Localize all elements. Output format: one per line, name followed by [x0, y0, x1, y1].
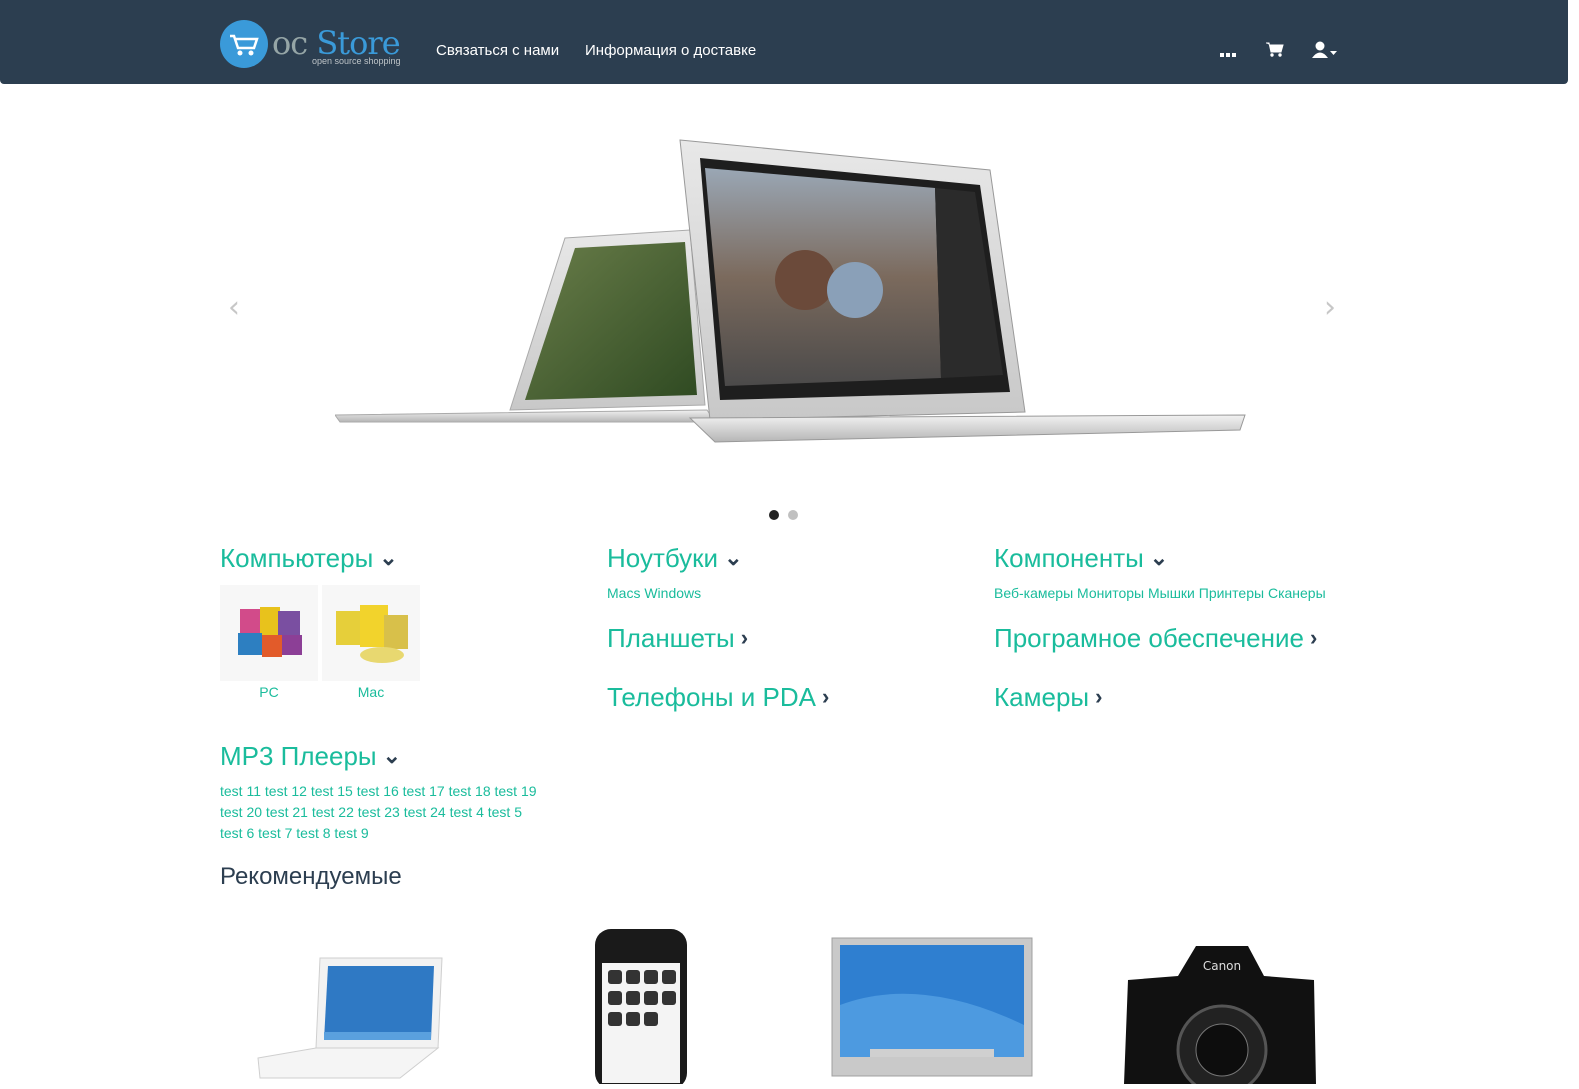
slider-dot-2[interactable] — [788, 510, 798, 520]
logo-tagline: open source shopping — [312, 56, 401, 66]
chevron-down-icon: ⌄ — [724, 545, 743, 570]
category-software[interactable]: Програмное обеспечение › — [994, 623, 1317, 654]
subcategory-link[interactable]: test 18 — [449, 783, 491, 799]
category-tablets[interactable]: Планшеты › — [607, 623, 748, 654]
cart-icon[interactable] — [1266, 42, 1284, 63]
chevron-right-icon: › — [1095, 684, 1103, 709]
subcategory-link[interactable]: test 8 — [296, 825, 330, 841]
chevron-right-icon: › — [1309, 625, 1318, 650]
subcategory-link[interactable]: test 19 — [495, 783, 537, 799]
chevron-down-icon: ⌄ — [1149, 545, 1169, 570]
laptops-subcategories: Macs Windows — [607, 585, 701, 601]
subcategory-pc-image[interactable] — [220, 585, 318, 681]
nav-contact-link[interactable]: Связаться с нами — [436, 42, 559, 59]
subcategory-mac-link[interactable]: Mac — [322, 684, 420, 700]
subcategory-link[interactable]: test 5 — [488, 804, 522, 820]
subcategory-link[interactable]: test 21 — [266, 804, 308, 820]
chevron-down-icon: ⌄ — [379, 545, 398, 570]
subcategory-link[interactable]: Windows — [644, 585, 701, 601]
subcategory-link[interactable]: Мышки — [1148, 585, 1195, 601]
subcategory-link[interactable]: test 24 — [404, 804, 446, 820]
subcategory-link[interactable]: test 17 — [403, 783, 445, 799]
cinema-display-image[interactable] — [830, 935, 1034, 1089]
macbook-air-slide-image[interactable] — [335, 130, 1255, 460]
subcategory-link[interactable]: Macs — [607, 585, 640, 601]
category-laptops[interactable]: Ноутбуки ⌄ — [607, 543, 743, 574]
user-icon[interactable] — [1312, 41, 1338, 64]
category-cameras[interactable]: Камеры › — [994, 682, 1102, 713]
canon-camera-image[interactable]: Canon — [1118, 940, 1322, 1089]
subcategory-link[interactable]: test 15 — [311, 783, 353, 799]
subcategory-link[interactable]: test 12 — [265, 783, 307, 799]
store-logo[interactable]: oc Store open source shopping — [220, 18, 410, 70]
chevron-down-icon: ⌄ — [382, 743, 402, 768]
chevron-right-icon: › — [821, 684, 830, 709]
macbook-image[interactable] — [250, 940, 450, 1085]
category-components[interactable]: Компоненты ⌄ — [994, 543, 1168, 574]
featured-heading: Рекомендуемые — [220, 863, 402, 890]
subcategory-link[interactable]: Веб-камеры — [994, 585, 1073, 601]
iphone-image[interactable] — [580, 915, 700, 1089]
slider-pagination — [769, 507, 807, 525]
subcategory-link[interactable]: test 22 — [312, 804, 354, 820]
subcategory-link[interactable]: Принтеры — [1199, 585, 1264, 601]
subcategory-link[interactable]: test 20 — [220, 804, 262, 820]
top-navbar: oc Store open source shopping Связаться … — [0, 0, 1568, 84]
components-subcategories: Веб-камеры Мониторы Мышки Принтеры Скане… — [994, 585, 1326, 601]
chevron-right-icon: › — [740, 625, 749, 650]
mp3-subcategories: test 11 test 12 test 15 test 16 test 17 … — [220, 781, 580, 844]
cart-logo-icon — [220, 20, 268, 68]
slider-next-arrow-icon[interactable]: › — [1324, 290, 1336, 325]
nav-delivery-link[interactable]: Информация о доставке — [585, 42, 756, 59]
subcategory-pc-link[interactable]: PC — [220, 684, 318, 700]
category-mp3[interactable]: MP3 Плееры ⌄ — [220, 741, 401, 772]
slider-dot-1[interactable] — [769, 510, 779, 520]
svg-text:Canon: Canon — [1203, 959, 1241, 973]
menu-dots-icon[interactable] — [1220, 46, 1236, 64]
slider-prev-arrow-icon[interactable]: ‹ — [228, 290, 240, 325]
image-slider: ‹ › — [220, 100, 1340, 520]
category-phones[interactable]: Телефоны и PDA › — [607, 682, 829, 713]
subcategory-link[interactable]: test 4 — [450, 804, 484, 820]
subcategory-link[interactable]: test 11 — [220, 783, 261, 799]
subcategory-link[interactable]: test 9 — [334, 825, 368, 841]
subcategory-link[interactable]: test 6 — [220, 825, 254, 841]
subcategory-link[interactable]: test 16 — [357, 783, 399, 799]
subcategory-link[interactable]: test 23 — [358, 804, 400, 820]
subcategory-link[interactable]: Мониторы — [1077, 585, 1144, 601]
subcategory-link[interactable]: Сканеры — [1268, 585, 1326, 601]
subcategory-link[interactable]: test 7 — [258, 825, 292, 841]
subcategory-mac-image[interactable] — [322, 585, 420, 681]
category-computers[interactable]: Компьютеры ⌄ — [220, 543, 398, 574]
